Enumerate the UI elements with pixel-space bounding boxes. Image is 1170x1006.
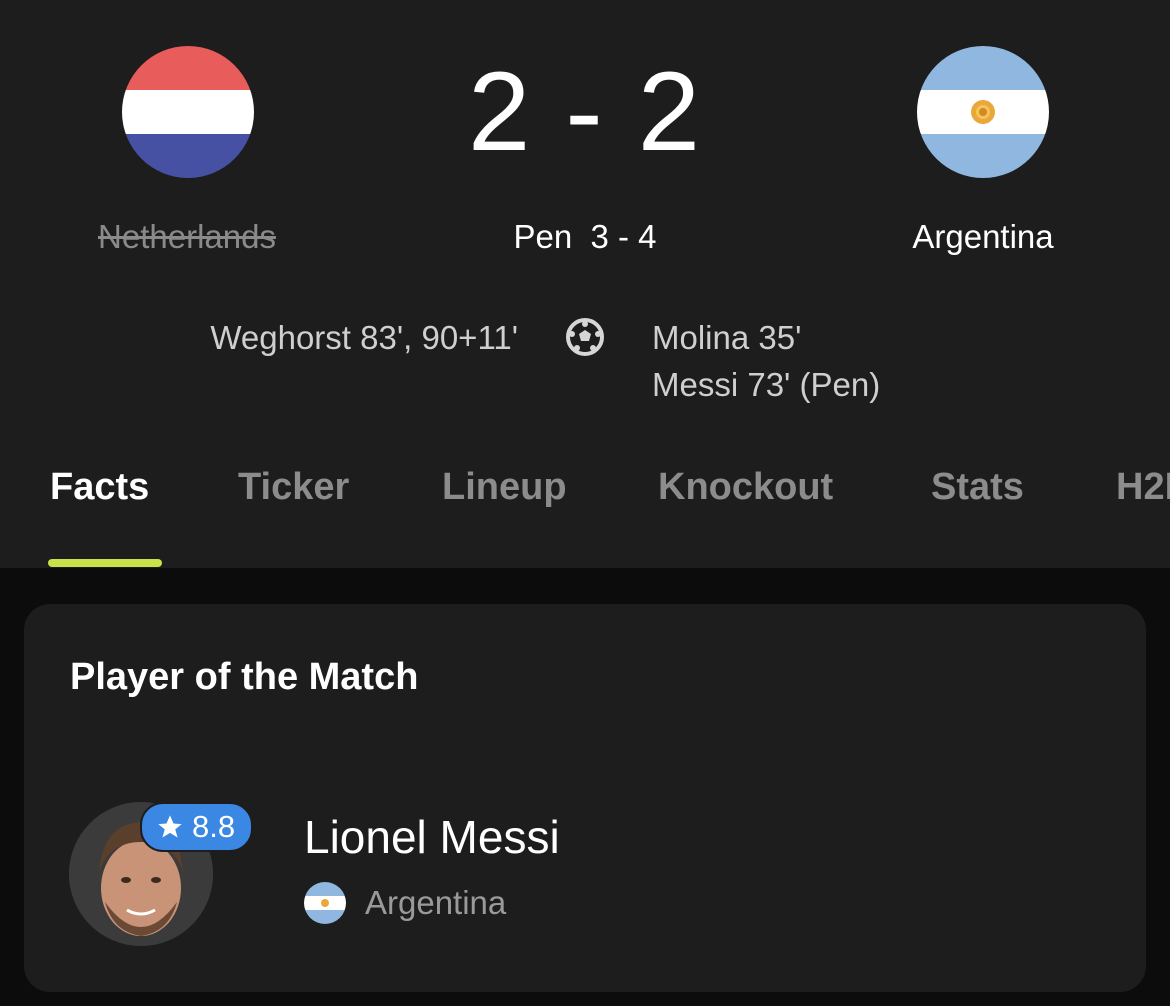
argentina-flag-icon	[917, 46, 1049, 178]
match-tabs: Facts Ticker Lineup Knockout Stats H2H	[0, 466, 1170, 526]
match-header: Netherlands 2 - 2 Pen 3 - 4 Argentina We…	[0, 0, 1170, 568]
player-country: Argentina	[365, 884, 507, 921]
penalty-score: Pen 3 - 4	[513, 218, 657, 255]
star-icon	[158, 815, 182, 838]
tab-lineup[interactable]: Lineup	[442, 466, 567, 509]
tab-stats[interactable]: Stats	[931, 466, 1024, 509]
home-scorer-line: Weghorst 83', 90+11'	[210, 319, 518, 356]
player-name[interactable]: Lionel Messi	[304, 810, 560, 864]
home-scorers: Weghorst 83', 90+11'	[210, 314, 518, 361]
match-score: 2 - 2	[467, 49, 703, 174]
tab-facts[interactable]: Facts	[50, 466, 149, 509]
tab-h2h[interactable]: H2H	[1116, 466, 1170, 509]
argentina-flag-icon	[304, 882, 346, 924]
away-team-name[interactable]: Argentina	[833, 218, 1133, 256]
away-scorer-line: Messi 73' (Pen)	[652, 366, 881, 403]
home-team-name[interactable]: Netherlands	[37, 218, 337, 256]
away-scorers: Molina 35' Messi 73' (Pen)	[652, 314, 880, 408]
player-of-match-card[interactable]: Player of the Match 8.8 Lionel Messi Arg…	[24, 604, 1146, 992]
tab-ticker[interactable]: Ticker	[238, 466, 349, 509]
active-tab-indicator	[48, 559, 162, 567]
tab-knockout[interactable]: Knockout	[658, 466, 833, 509]
netherlands-flag-icon	[122, 46, 254, 178]
soccer-ball-icon	[566, 318, 604, 356]
rating-value: 8.8	[192, 809, 236, 844]
rating-badge: 8.8	[140, 802, 254, 852]
sun-of-may-icon	[321, 899, 329, 907]
away-scorer-line: Molina 35'	[652, 319, 802, 356]
card-title: Player of the Match	[70, 656, 419, 698]
sun-of-may-icon	[971, 100, 995, 124]
